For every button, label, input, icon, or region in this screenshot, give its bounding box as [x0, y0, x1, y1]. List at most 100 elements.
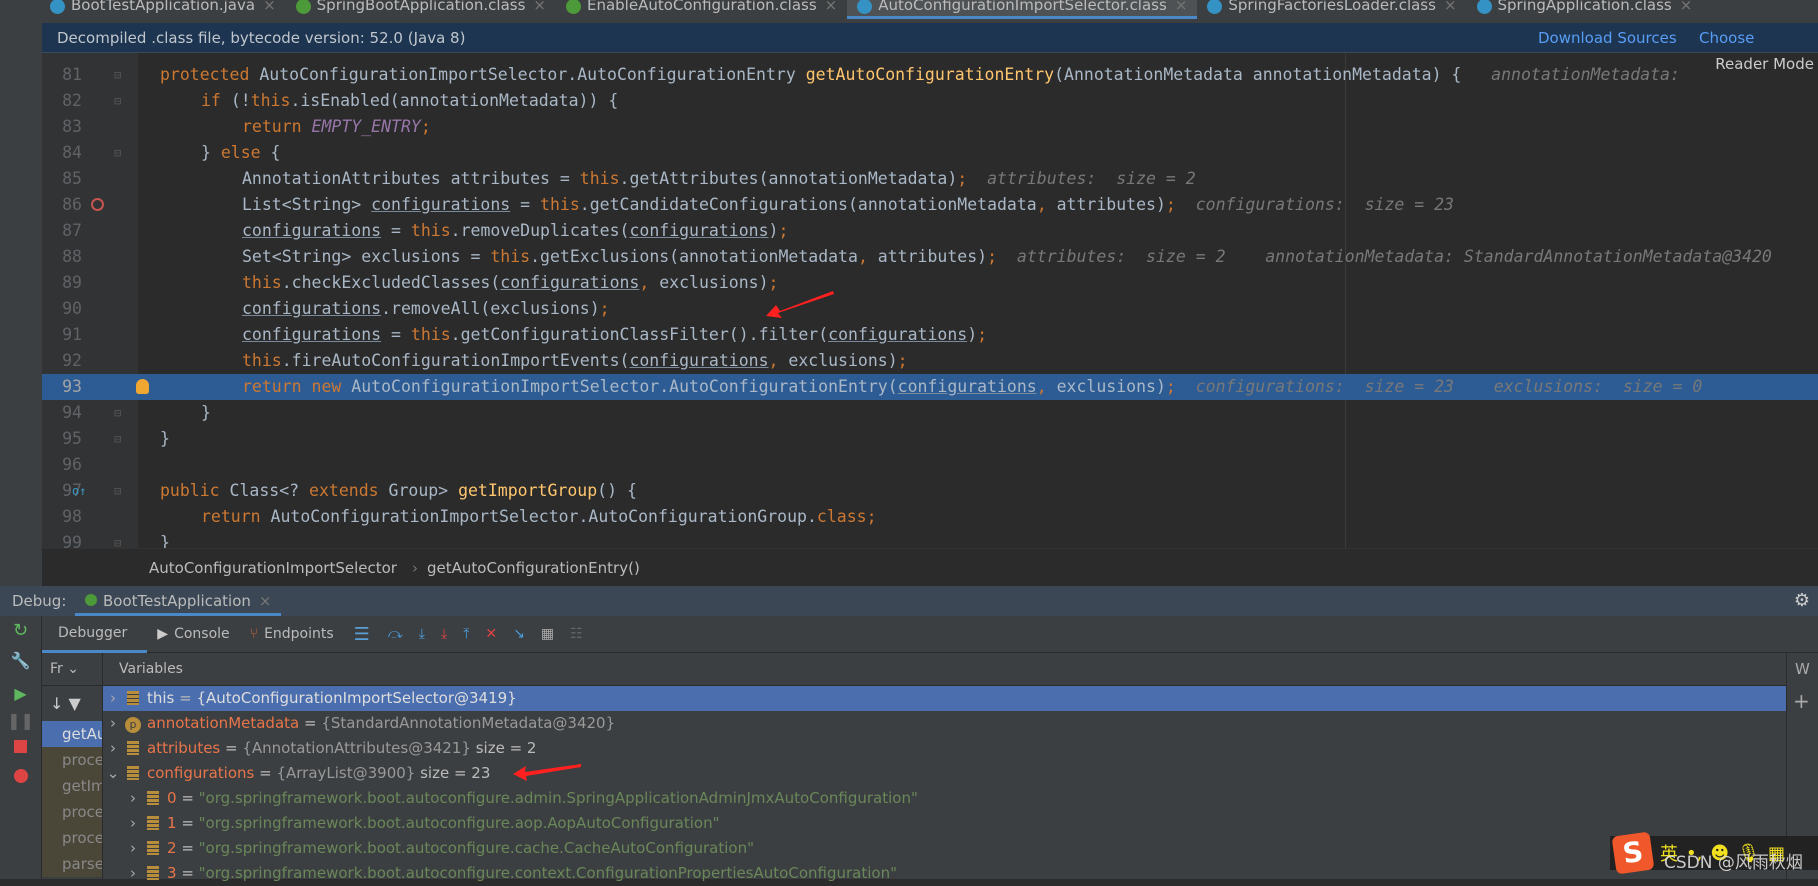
code-line[interactable]: 82 ⊟ if (!this.isEnabled(annotationMetadat… — [42, 88, 1818, 114]
code-line[interactable]: 91 configurations = this.getConfiguration… — [42, 322, 1818, 348]
evaluate-expression-icon[interactable]: ▦ — [541, 626, 554, 642]
chevron-down-icon[interactable]: ⌄ — [103, 761, 123, 786]
arrow-down-icon[interactable]: ↓ — [50, 694, 63, 713]
layout-icon[interactable]: ☰ — [354, 624, 370, 645]
tab-springapplication[interactable]: SpringApplication.class × — [1467, 0, 1703, 19]
view-breakpoints-icon[interactable] — [13, 769, 28, 783]
drop-frame-icon[interactable]: ✕ — [485, 626, 497, 642]
code-text: configurations = this.getConfigurationCl… — [242, 322, 987, 348]
gear-icon[interactable]: ⚙ — [1794, 586, 1810, 616]
frame-item[interactable]: proce — [42, 825, 102, 851]
breadcrumb-class[interactable]: AutoConfigurationImportSelector — [149, 549, 397, 587]
tab-label: AutoConfigurationImportSelector.class — [878, 0, 1167, 14]
variable-row[interactable]: › this = {AutoConfigurationImportSelector… — [103, 686, 1786, 711]
code-token: this — [410, 325, 451, 344]
chevron-right-icon[interactable]: › — [123, 811, 143, 836]
close-tab-icon[interactable]: × — [1175, 0, 1188, 14]
equals: = — [220, 739, 243, 757]
tab-enableautoconfiguration[interactable]: EnableAutoConfiguration.class × — [556, 0, 847, 19]
variable-row[interactable]: › p annotationMetadata = {StandardAnnotati… — [103, 711, 1786, 736]
code-line[interactable]: 86 List<String> configurations = this.get… — [42, 192, 1818, 218]
item-index: 2 — [167, 839, 177, 857]
close-tab-icon[interactable]: × — [825, 0, 838, 14]
close-icon[interactable]: × — [259, 592, 272, 610]
variable-row[interactable]: ⌄ configurations = {ArrayList@3900} size … — [103, 761, 1786, 786]
list-item[interactable]: › 3 = "org.springframework.boot.autoconfi… — [103, 861, 1786, 886]
tab-springfactoriesloader[interactable]: SpringFactoriesLoader.class × — [1197, 0, 1466, 19]
breakpoint-icon[interactable] — [91, 198, 104, 211]
code-token: configurations — [242, 325, 382, 344]
run-to-cursor-icon[interactable]: ↘ — [513, 626, 525, 642]
tab-console[interactable]: ▶ Console — [147, 616, 239, 653]
tab-autoconfigurationimportselector[interactable]: AutoConfigurationImportSelector.class × — [847, 0, 1198, 19]
list-item[interactable]: › 2 = "org.springframework.boot.autoconfi… — [103, 836, 1786, 861]
chevron-right-icon[interactable]: › — [103, 711, 123, 736]
implements-icon[interactable]: o↑ — [72, 478, 86, 504]
code-line[interactable]: 93 return new AutoConfigurationImportSele… — [42, 374, 1818, 400]
list-item[interactable]: › 0 = "org.springframework.boot.autoconfi… — [103, 786, 1786, 811]
breadcrumb-method[interactable]: getAutoConfigurationEntry() — [427, 549, 640, 587]
rerun-icon[interactable]: ↻ — [0, 620, 41, 641]
frame-item[interactable]: getAu — [42, 721, 102, 747]
code-line[interactable]: 81 ⊟ protected AutoConfigurationImportSele… — [42, 62, 1818, 88]
code-line[interactable]: 85 AnnotationAttributes attributes = this… — [42, 166, 1818, 192]
chevron-right-icon[interactable]: › — [103, 736, 123, 761]
code-line[interactable]: 87 configurations = this.removeDuplicates… — [42, 218, 1818, 244]
add-watch-icon[interactable]: + — [1787, 686, 1818, 716]
code-line[interactable]: 89 this.checkExcludedClasses(configuratio… — [42, 270, 1818, 296]
fold-marker-icon[interactable]: ⊟ — [114, 426, 121, 452]
code-line[interactable]: 99 ⊟} — [42, 530, 1818, 548]
close-tab-icon[interactable]: × — [533, 0, 546, 14]
fold-marker-icon[interactable]: ⊟ — [114, 88, 121, 114]
code-editor[interactable]: Reader Mode 81 ⊟ protected AutoConfigurati… — [42, 53, 1818, 548]
code-line[interactable]: 92 this.fireAutoConfigurationImportEvents… — [42, 348, 1818, 374]
download-sources-link[interactable]: Download Sources — [1538, 23, 1677, 53]
frames-header[interactable]: Fr ⌄ — [42, 653, 102, 686]
close-tab-icon[interactable]: × — [263, 0, 276, 14]
trace-icon[interactable]: ☷ — [570, 626, 583, 642]
code-line[interactable]: 94 ⊟} — [42, 400, 1818, 426]
breadcrumb: AutoConfigurationImportSelector › getAut… — [42, 548, 1818, 586]
code-line[interactable]: 96 — [42, 452, 1818, 478]
frame-item[interactable]: getIm — [42, 773, 102, 799]
tab-springbootapplication[interactable]: SpringBootApplication.class × — [286, 0, 556, 19]
step-out-icon[interactable]: ⤒ — [463, 626, 469, 642]
fold-marker-icon[interactable]: ⊟ — [114, 140, 121, 166]
chevron-right-icon[interactable]: › — [123, 786, 143, 811]
stop-icon[interactable] — [14, 740, 27, 753]
tab-debugger[interactable]: Debugger — [42, 616, 148, 653]
force-step-into-icon[interactable]: ⤓ — [441, 626, 447, 642]
debug-session-tab[interactable]: BootTestApplication × — [75, 586, 282, 616]
code-token: configurations — [242, 221, 382, 240]
fold-marker-icon[interactable]: ⊟ — [114, 400, 121, 426]
code-line[interactable]: 97 ⊟ o↑ public Class<? extends Group> getIm… — [42, 478, 1818, 504]
fold-marker-icon[interactable]: ⊟ — [114, 478, 121, 504]
list-item[interactable]: › 1 = "org.springframework.boot.autoconfi… — [103, 811, 1786, 836]
code-line[interactable]: 84 ⊟} else { — [42, 140, 1818, 166]
variable-row[interactable]: › attributes = {AnnotationAttributes@3421… — [103, 736, 1786, 761]
code-line[interactable]: 95 ⊟} — [42, 426, 1818, 452]
chevron-right-icon[interactable]: › — [123, 861, 143, 886]
resume-icon[interactable]: ▶ — [0, 684, 41, 703]
wrench-icon[interactable]: 🔧 — [0, 651, 41, 670]
close-tab-icon[interactable]: × — [1444, 0, 1457, 14]
code-line[interactable]: 83 return EMPTY_ENTRY; — [42, 114, 1818, 140]
frame-item[interactable]: proce — [42, 799, 102, 825]
fold-marker-icon[interactable]: ⊟ — [114, 530, 121, 548]
frame-item[interactable]: proce — [42, 747, 102, 773]
code-line[interactable]: 88 Set<String> exclusions = this.getExclu… — [42, 244, 1818, 270]
chevron-right-icon[interactable]: › — [123, 836, 143, 861]
pause-icon[interactable]: ❚❚ — [0, 711, 41, 730]
close-tab-icon[interactable]: × — [1680, 0, 1693, 14]
step-over-icon[interactable]: ⤼ — [388, 626, 403, 642]
code-line[interactable]: 90 configurations.removeAll(exclusions); — [42, 296, 1818, 322]
chevron-right-icon[interactable]: › — [103, 686, 123, 711]
tab-boottestapplication[interactable]: BootTestApplication.java × — [40, 0, 286, 19]
frame-item[interactable]: parse — [42, 851, 102, 877]
fold-marker-icon[interactable]: ⊟ — [114, 62, 121, 88]
code-line[interactable]: 98 return AutoConfigurationImportSelector… — [42, 504, 1818, 530]
step-into-icon[interactable]: ⤓ — [419, 626, 425, 642]
tab-endpoints[interactable]: ⑂ Endpoints — [240, 616, 344, 653]
filter-icon[interactable]: ▼ — [69, 694, 81, 713]
lightbulb-icon[interactable] — [136, 379, 149, 394]
